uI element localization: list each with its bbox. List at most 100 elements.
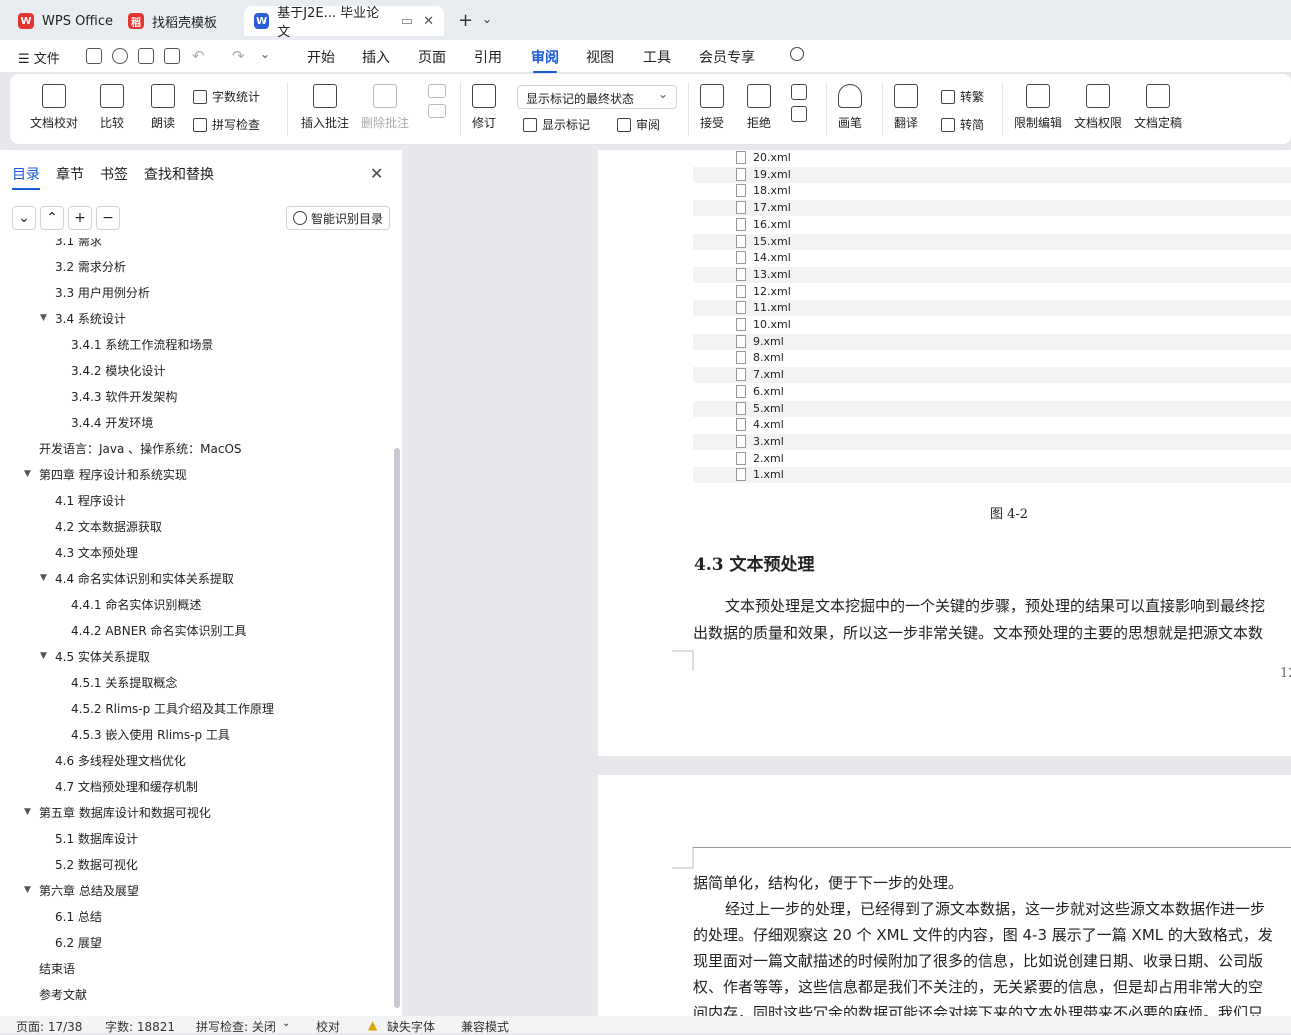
doc-permission-button[interactable]: 文档权限 xyxy=(1074,84,1122,131)
toc-item[interactable]: 3.4.3 软件开发架构 xyxy=(71,388,177,408)
toc-item[interactable]: 3.3 用户用例分析 xyxy=(55,284,150,304)
expand-triangle-icon[interactable]: ▼ xyxy=(24,807,31,817)
page-indicator[interactable]: 页面: 17/38 xyxy=(16,1018,82,1035)
redo-icon[interactable]: ↷ xyxy=(232,47,245,65)
reject-button[interactable]: 拒绝 xyxy=(747,84,771,131)
toc-item[interactable]: 4.4.2 ABNER 命名实体识别工具 xyxy=(71,622,247,642)
toc-item[interactable]: 3.4.2 模块化设计 xyxy=(71,362,165,382)
toc-item[interactable]: 4.1 程序设计 xyxy=(55,492,126,512)
spell-check-button[interactable]: 拼写检查 xyxy=(193,116,260,133)
save-icon[interactable] xyxy=(86,48,102,64)
expand-triangle-icon[interactable]: ▼ xyxy=(24,469,31,479)
tab-close-icon[interactable]: ✕ xyxy=(423,14,434,29)
quick-access-chevron-icon[interactable]: ⌄ xyxy=(260,47,270,61)
spell-check-status[interactable]: 拼写检查: 关闭 xyxy=(196,1018,276,1035)
show-markup-button[interactable]: 显示标记 xyxy=(523,116,590,133)
tab-document[interactable]: W 基于J2E... 毕业论文 ▭ ✕ xyxy=(244,6,444,40)
menu-insert[interactable]: 插入 xyxy=(362,47,390,67)
doc-check-button[interactable]: 文档校对 xyxy=(30,84,78,131)
menu-references[interactable]: 引用 xyxy=(474,47,502,67)
read-aloud-button[interactable]: 朗读 xyxy=(151,84,175,131)
undo-icon[interactable]: ↶ xyxy=(192,47,205,65)
comment-nav-buttons[interactable] xyxy=(428,84,446,124)
print-icon[interactable] xyxy=(138,48,154,64)
menu-member[interactable]: 会员专享 xyxy=(699,47,755,67)
toc-item[interactable]: 6.1 总结 xyxy=(55,908,102,928)
proofread-status[interactable]: 校对 xyxy=(316,1018,340,1035)
toc-item[interactable]: 4.7 文档预处理和缓存机制 xyxy=(55,778,198,798)
nav-scrollbar[interactable] xyxy=(394,448,400,1008)
menu-view[interactable]: 视图 xyxy=(586,47,614,67)
toc-item[interactable]: 4.3 文本预处理 xyxy=(55,544,138,564)
nav-tab-toc[interactable]: 目录 xyxy=(12,164,40,190)
chevron-down-icon[interactable]: ⌄ xyxy=(282,1018,290,1029)
nav-tab-find-replace[interactable]: 查找和替换 xyxy=(144,164,214,190)
toc-item[interactable]: 4.4.1 命名实体识别概述 xyxy=(71,596,201,616)
delete-comment-button[interactable]: 删除批注 xyxy=(361,84,409,131)
translate-button[interactable]: 翻译 xyxy=(894,84,918,131)
share-icon[interactable] xyxy=(112,48,128,64)
toc-item[interactable]: ▼ 第六章 总结及展望 xyxy=(24,882,139,902)
toc-item[interactable]: 开发语言：Java 、操作系统：MacOS xyxy=(39,440,242,460)
toc-item[interactable]: 6.2 展望 xyxy=(55,934,102,954)
new-tab-icon[interactable]: + xyxy=(458,10,473,31)
search-icon[interactable] xyxy=(790,47,804,61)
toc-item[interactable]: 4.6 多线程处理文档优化 xyxy=(55,752,186,772)
menu-page[interactable]: 页面 xyxy=(418,47,446,67)
tab-template[interactable]: 稻 找稻壳模板 xyxy=(118,6,227,36)
smart-toc-button[interactable]: 智能识别目录 xyxy=(286,206,390,230)
add-heading-button[interactable]: + xyxy=(68,206,92,230)
word-count-status[interactable]: 字数: 18821 xyxy=(105,1018,175,1035)
restrict-edit-button[interactable]: 限制编辑 xyxy=(1014,84,1062,131)
expand-all-button[interactable]: ⌄ xyxy=(12,206,36,230)
close-icon[interactable]: ✕ xyxy=(370,164,383,183)
file-icon xyxy=(736,351,746,365)
expand-triangle-icon[interactable]: ▼ xyxy=(40,313,47,323)
toc-item[interactable]: 参考文献 xyxy=(39,986,87,1006)
review-pane-button[interactable]: 审阅 xyxy=(617,116,660,133)
print-preview-icon[interactable] xyxy=(164,48,180,64)
remove-heading-button[interactable]: − xyxy=(96,206,120,230)
toc-item[interactable]: ▼ 第四章 程序设计和系统实现 xyxy=(24,466,187,486)
tab-wps-office[interactable]: W WPS Office xyxy=(8,6,123,36)
toc-item[interactable]: 5.1 数据库设计 xyxy=(55,830,138,850)
markup-state-select[interactable]: 显示标记的最终状态 xyxy=(517,85,677,109)
expand-triangle-icon[interactable]: ▼ xyxy=(40,651,47,661)
toc-item[interactable]: ▼ 第五章 数据库设计和数据可视化 xyxy=(24,804,211,824)
ink-button[interactable]: 画笔 xyxy=(838,84,862,131)
word-count-button[interactable]: 字数统计 xyxy=(193,88,260,105)
toc-item[interactable]: ▼ 4.5 实体关系提取 xyxy=(40,648,150,668)
toc-item[interactable]: 3.4.1 系统工作流程和场景 xyxy=(71,336,213,356)
toc-item[interactable]: 3.2 需求分析 xyxy=(55,258,126,278)
to-traditional-button[interactable]: 转繁 xyxy=(941,88,984,105)
tab-list-chevron-icon[interactable]: ⌄ xyxy=(482,12,492,26)
revise-button[interactable]: 修订 xyxy=(472,84,496,131)
to-simplified-button[interactable]: 转简 xyxy=(941,116,984,133)
toc-item[interactable]: ▼ 3.4 系统设计 xyxy=(40,310,126,330)
toc-item[interactable]: 5.2 数据可视化 xyxy=(55,856,138,876)
file-menu[interactable]: ☰ 文件 xyxy=(18,48,60,67)
expand-triangle-icon[interactable]: ▼ xyxy=(24,885,31,895)
tab-float-icon[interactable]: ▭ xyxy=(401,14,413,29)
finalize-button[interactable]: 文档定稿 xyxy=(1134,84,1182,131)
toc-item[interactable]: 3.1 需求 xyxy=(55,238,102,252)
toc-item[interactable]: 结束语 xyxy=(39,960,75,980)
compare-button[interactable]: 比较 xyxy=(100,84,124,131)
expand-triangle-icon[interactable]: ▼ xyxy=(40,573,47,583)
missing-font-status[interactable]: 缺失字体 xyxy=(387,1018,435,1035)
toc-item[interactable]: 4.5.1 关系提取概念 xyxy=(71,674,177,694)
toc-item[interactable]: ▼ 4.4 命名实体识别和实体关系提取 xyxy=(40,570,234,590)
toc-item[interactable]: 4.5.3 嵌入使用 Rlims-p 工具 xyxy=(71,726,230,746)
toc-item[interactable]: 4.2 文本数据源获取 xyxy=(55,518,162,538)
menu-home[interactable]: 开始 xyxy=(307,47,335,67)
menu-review[interactable]: 审阅 xyxy=(531,47,559,73)
insert-comment-button[interactable]: 插入批注 xyxy=(301,84,349,131)
collapse-button[interactable]: ⌃ xyxy=(40,206,64,230)
change-nav-buttons[interactable] xyxy=(791,84,807,128)
toc-item[interactable]: 4.5.2 Rlims-p 工具介绍及其工作原理 xyxy=(71,700,274,720)
accept-button[interactable]: 接受 xyxy=(700,84,724,131)
menu-tools[interactable]: 工具 xyxy=(643,47,671,67)
nav-tab-bookmarks[interactable]: 书签 xyxy=(100,164,128,190)
nav-tab-sections[interactable]: 章节 xyxy=(56,164,84,190)
toc-item[interactable]: 3.4.4 开发环境 xyxy=(71,414,153,434)
